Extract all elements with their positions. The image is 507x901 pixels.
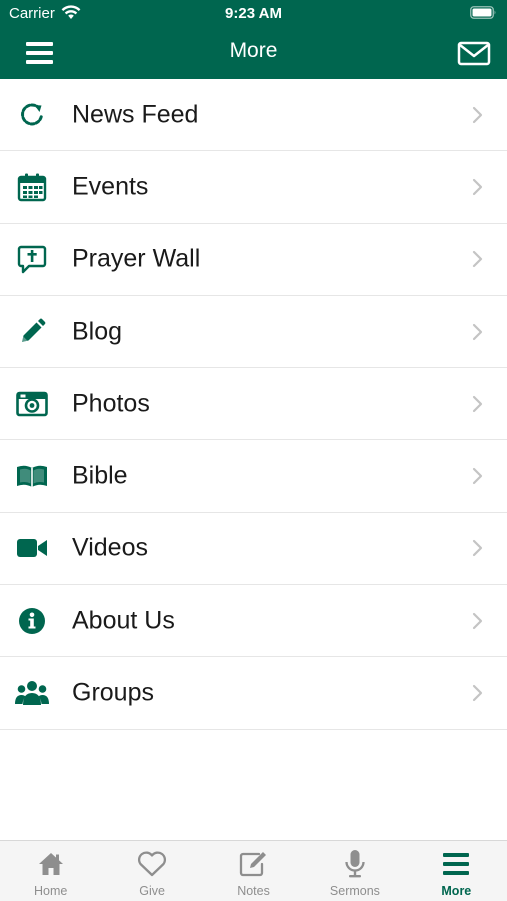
menu-item-about-us[interactable]: About Us — [0, 585, 507, 658]
menu-item-photos[interactable]: Photos — [0, 368, 507, 441]
chevron-right-icon — [471, 106, 483, 124]
prayer-bubble-icon — [14, 243, 50, 275]
menu-item-news-feed[interactable]: News Feed — [0, 79, 507, 152]
home-icon — [35, 849, 67, 879]
menu-item-videos[interactable]: Videos — [0, 513, 507, 586]
wifi-icon — [61, 4, 81, 25]
menu-item-label: About Us — [72, 606, 175, 635]
menu-item-label: Videos — [72, 533, 148, 562]
envelope-icon[interactable] — [455, 36, 493, 70]
navigation-bar: More — [0, 26, 507, 79]
pencil-icon — [14, 316, 50, 348]
camera-icon — [14, 388, 50, 420]
menu-item-bible[interactable]: Bible — [0, 440, 507, 513]
notes-icon — [238, 849, 270, 879]
book-icon — [14, 460, 50, 492]
menu-item-label: Groups — [72, 678, 154, 707]
tab-label: Sermons — [329, 884, 380, 898]
more-menu-list: News Feed Events Prayer Wall Blog Photos… — [0, 79, 507, 730]
chevron-right-icon — [471, 178, 483, 196]
hamburger-menu-icon[interactable] — [20, 36, 60, 70]
calendar-icon — [14, 171, 50, 203]
menu-item-groups[interactable]: Groups — [0, 657, 507, 730]
tab-label: Notes — [237, 884, 270, 898]
chevron-right-icon — [471, 539, 483, 557]
more-menu-icon — [440, 849, 472, 879]
tab-notes[interactable]: Notes — [203, 841, 304, 901]
menu-item-events[interactable]: Events — [0, 151, 507, 224]
tab-label: Give — [139, 884, 165, 898]
chevron-right-icon — [471, 684, 483, 702]
menu-item-prayer-wall[interactable]: Prayer Wall — [0, 224, 507, 296]
menu-item-blog[interactable]: Blog — [0, 296, 507, 369]
info-icon — [14, 605, 50, 637]
video-camera-icon — [14, 532, 50, 564]
carrier-label: Carrier — [9, 5, 55, 22]
menu-item-label: Events — [72, 172, 149, 201]
status-bar: Carrier 9:23 AM — [0, 0, 507, 26]
tab-label: More — [441, 884, 472, 898]
microphone-icon — [339, 849, 371, 879]
menu-item-label: Blog — [72, 317, 123, 346]
menu-item-label: Bible — [72, 461, 128, 490]
chevron-right-icon — [471, 323, 483, 341]
users-icon — [14, 677, 50, 709]
heart-icon — [136, 849, 168, 879]
refresh-icon — [14, 99, 50, 131]
chevron-right-icon — [471, 467, 483, 485]
menu-item-label: Prayer Wall — [72, 244, 201, 273]
tab-sermons[interactable]: Sermons — [304, 841, 405, 901]
chevron-right-icon — [471, 395, 483, 413]
bottom-tab-bar: Home Give Notes Sermons More — [0, 840, 507, 901]
page-title: More — [229, 39, 278, 62]
battery-icon — [470, 6, 497, 24]
chevron-right-icon — [471, 612, 483, 630]
chevron-right-icon — [471, 250, 483, 268]
tab-give[interactable]: Give — [101, 841, 202, 901]
tab-label: Home — [34, 884, 68, 898]
menu-item-label: News Feed — [72, 100, 199, 129]
tab-home[interactable]: Home — [0, 841, 101, 901]
menu-item-label: Photos — [72, 389, 150, 418]
tab-more[interactable]: More — [406, 841, 507, 901]
